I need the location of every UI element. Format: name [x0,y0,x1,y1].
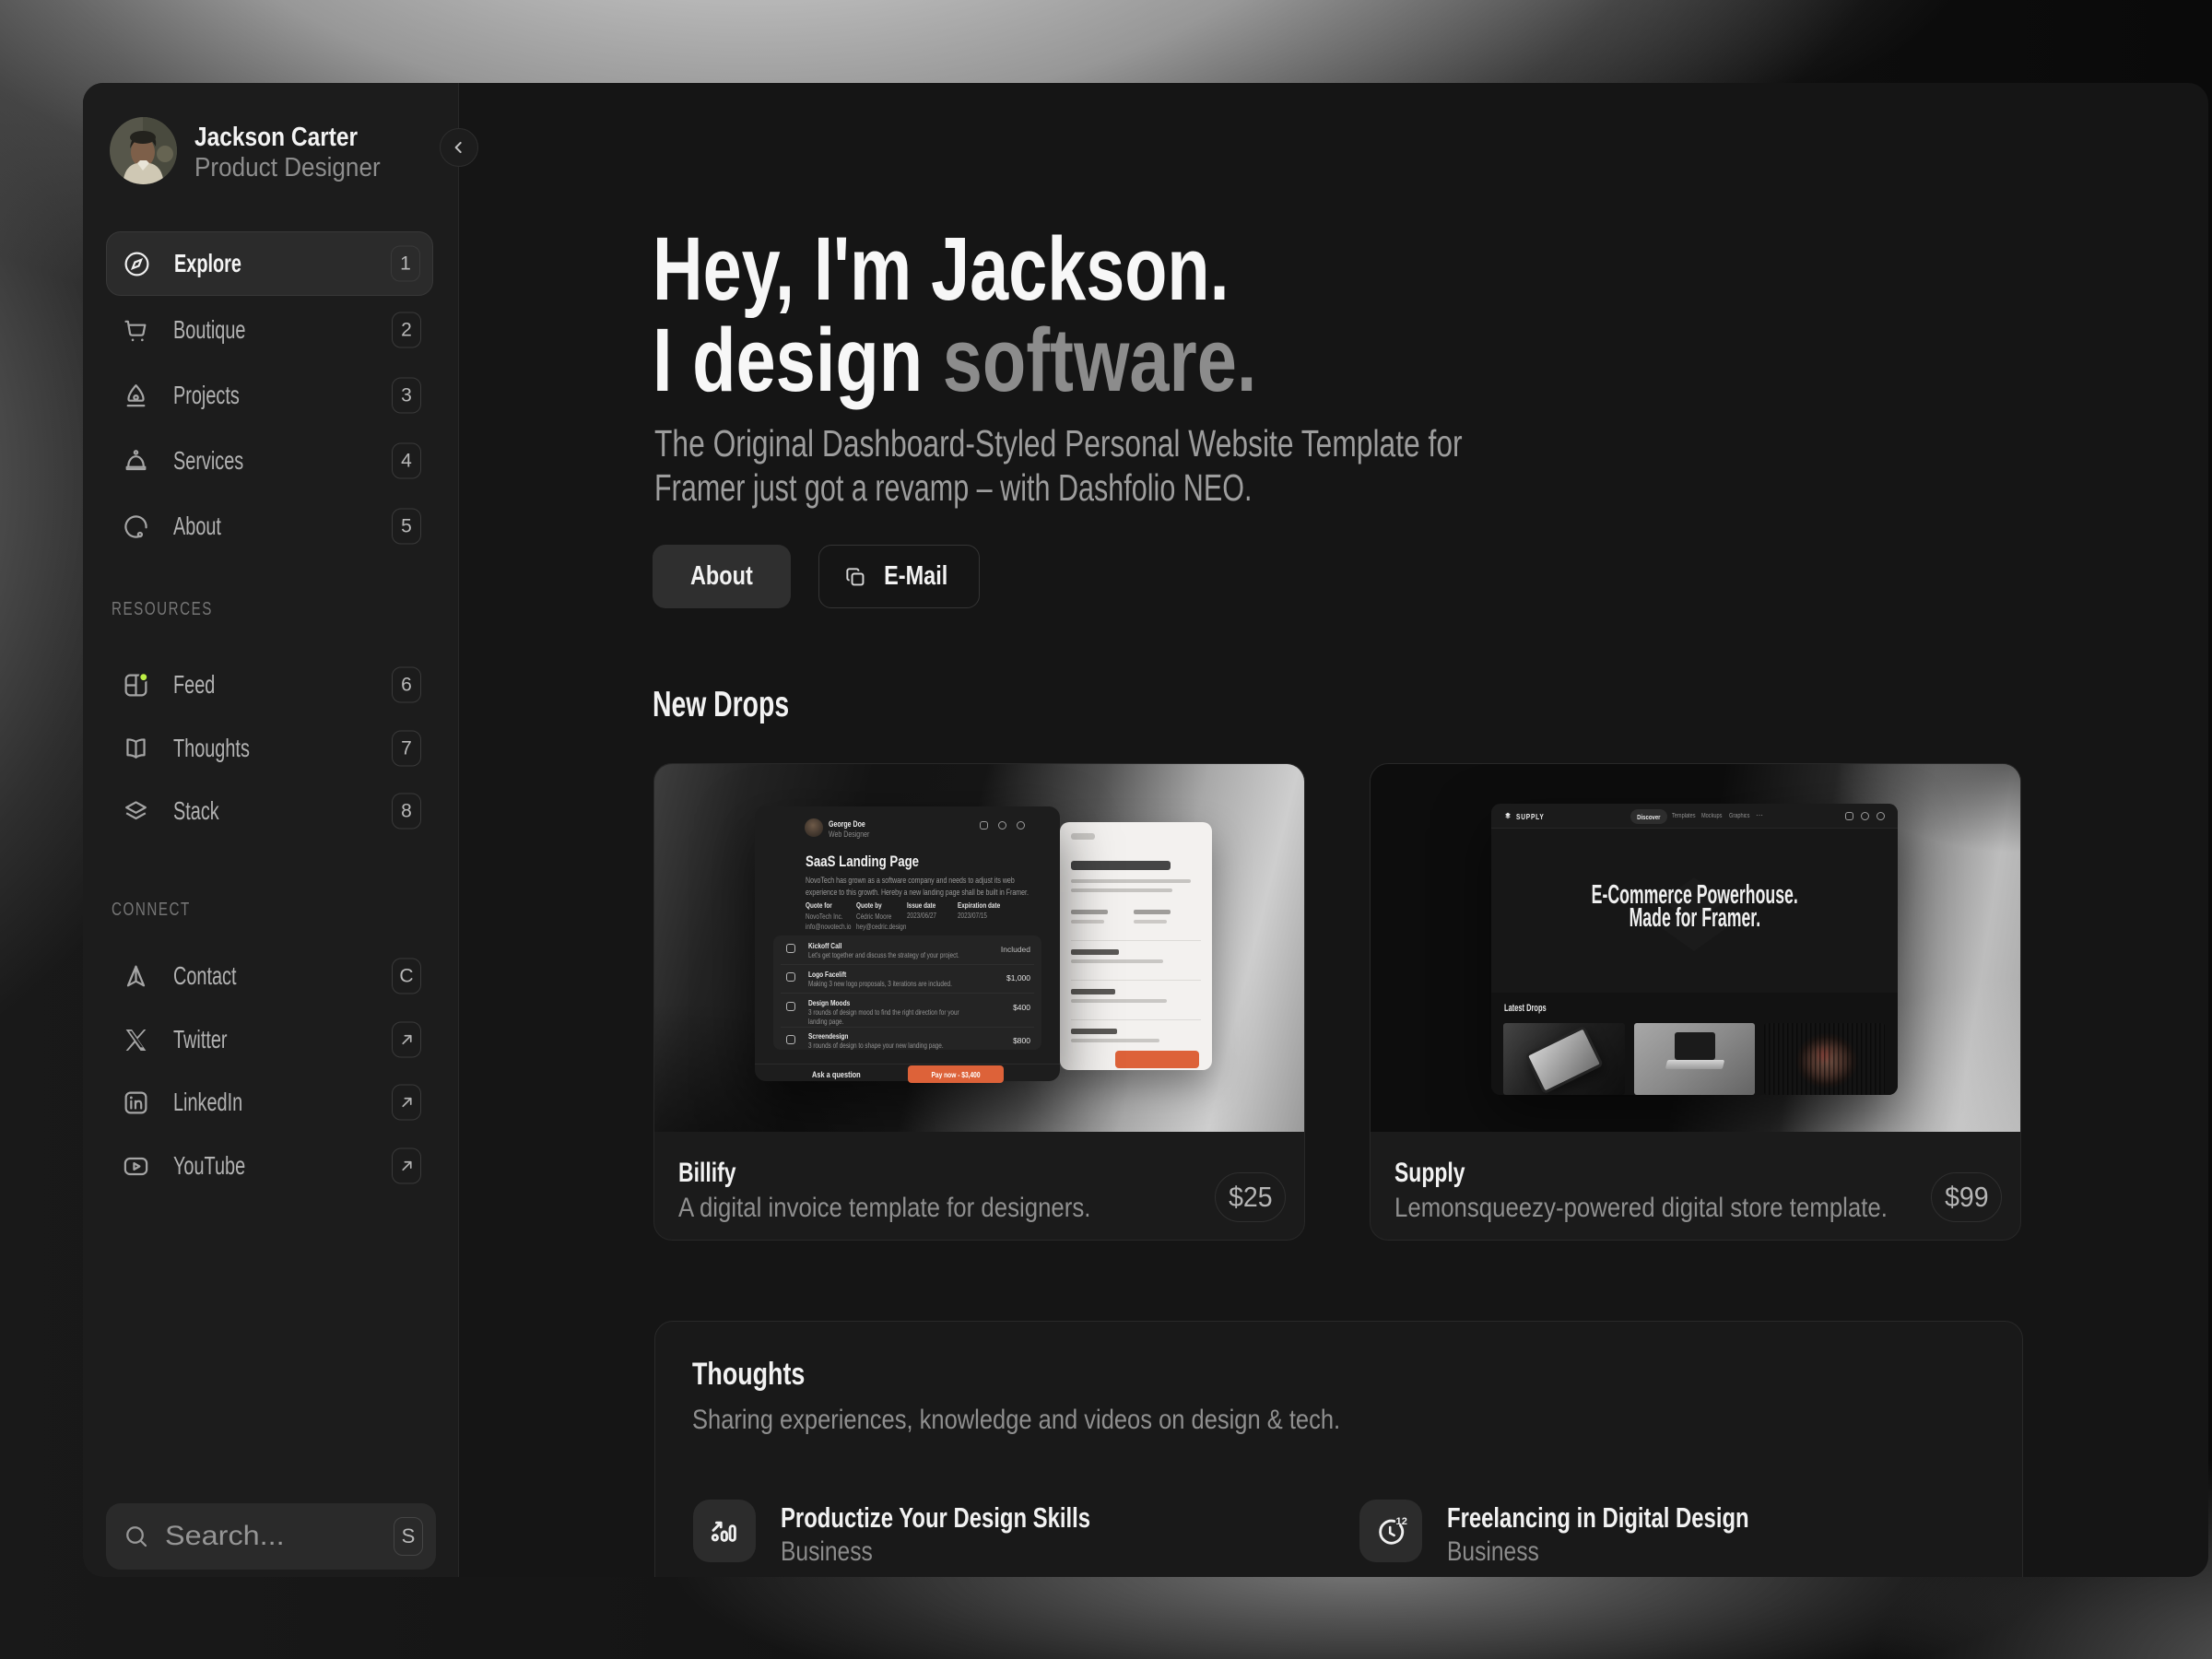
svg-text:12: 12 [1396,1516,1407,1527]
